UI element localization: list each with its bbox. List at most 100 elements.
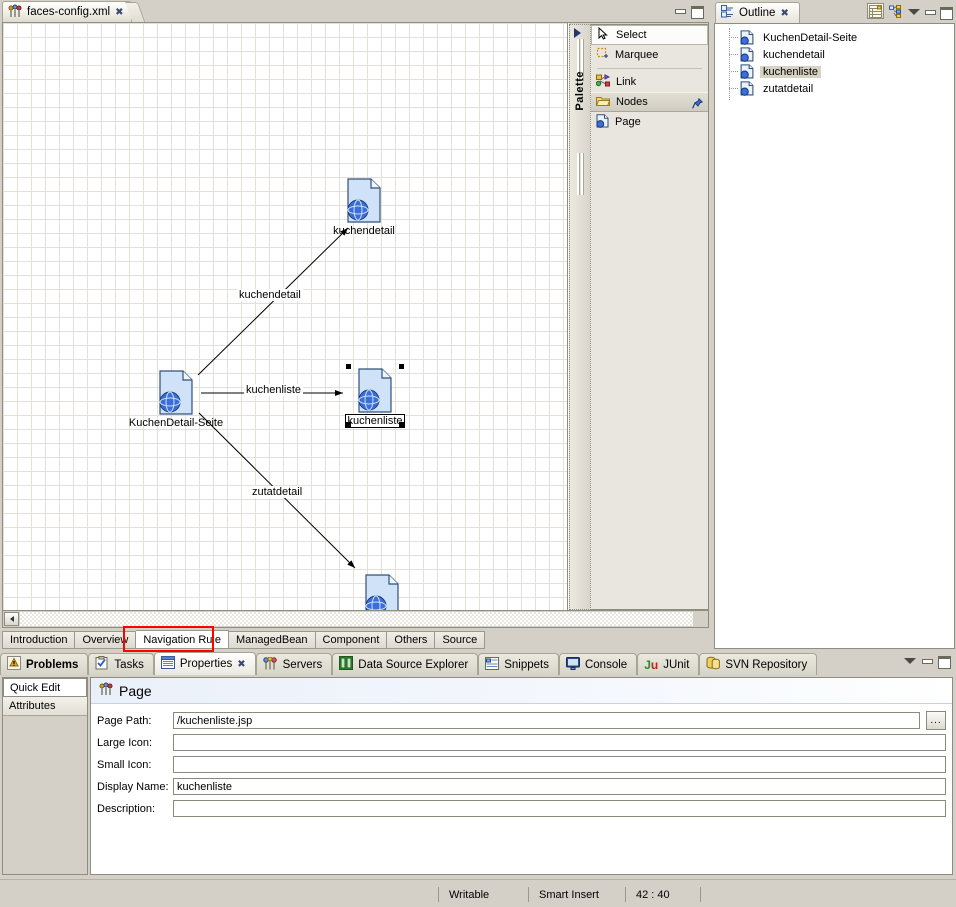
snippets-icon [485, 656, 500, 673]
palette-item-label: Marquee [615, 49, 659, 61]
palette-item-select[interactable]: Select [591, 25, 708, 45]
tab-label: Properties [179, 658, 233, 670]
form-row-large-icon: Large Icon: [97, 733, 952, 752]
selection-handle-se[interactable] [399, 422, 404, 427]
form-row-display-name: Display Name: kuchenliste [97, 777, 952, 796]
close-icon[interactable]: ✖ [115, 7, 123, 18]
collapse-arrow-icon[interactable] [574, 28, 581, 38]
outline-item-kuchendetail[interactable]: kuchendetail [715, 46, 954, 63]
outline-item-label: kuchenliste [760, 65, 822, 78]
palette-item-marquee[interactable]: Marquee [591, 45, 708, 65]
field-label: Large Icon: [97, 736, 153, 749]
tab-tasks[interactable]: Tasks [88, 653, 154, 675]
palette-item-label: Link [616, 76, 637, 88]
palette-item-page[interactable]: Page [591, 112, 708, 132]
maximize-icon[interactable] [939, 6, 953, 20]
pin-icon[interactable] [692, 97, 704, 109]
display-name-input[interactable]: kuchenliste [173, 778, 946, 795]
edge-label-zutatdetail[interactable]: zutatdetail [250, 486, 305, 498]
selection-handle-nw[interactable] [346, 364, 351, 369]
minimize-icon[interactable] [920, 655, 933, 666]
close-icon[interactable]: ✖ [780, 8, 788, 19]
properties-view: Quick Edit Attributes Page Page Path: /k… [0, 675, 956, 879]
diagram-canvas[interactable]: kuchendetail kuchenliste zutatdetail kuc… [3, 23, 568, 627]
tab-label: Tasks [114, 658, 144, 671]
minimize-icon[interactable] [923, 6, 936, 17]
properties-tab-attributes[interactable]: Attributes [3, 697, 87, 716]
edge-label-kuchenliste[interactable]: kuchenliste [244, 384, 304, 396]
faces-config-icon [99, 682, 113, 699]
status-divider [700, 887, 711, 902]
tab-label: Data Source Explorer [358, 658, 469, 671]
folder-icon [596, 95, 611, 110]
editor-area: faces-config.xml ✖ kuchendetail kuchenli… [0, 0, 711, 652]
outline-item-zutatdetail[interactable]: zutatdetail [715, 80, 954, 97]
tab-snippets[interactable]: Snippets [478, 653, 559, 675]
outline-view: Outline ✖ KuchenDetail-Seite kuchendetai… [713, 0, 956, 650]
canvas-horizontal-scrollbar[interactable] [3, 610, 708, 627]
tab-junit[interactable]: Ju JUnit [637, 653, 700, 675]
node-label: kuchendetail [333, 225, 395, 237]
selection-handle-sw[interactable] [346, 422, 351, 427]
outline-item-kuchenliste[interactable]: kuchenliste [715, 63, 954, 80]
tab-svn-repository[interactable]: SVN Repository [699, 653, 818, 675]
tab-problems[interactable]: Problems [0, 653, 89, 675]
field-label: Page Path: [97, 714, 152, 727]
page-path-browse-button[interactable]: ... [926, 711, 946, 730]
status-position: 42 : 40 [625, 887, 700, 902]
palette-drawer-nodes[interactable]: Nodes [591, 92, 708, 112]
tab-component[interactable]: Component [315, 631, 388, 649]
page-icon [596, 113, 609, 131]
properties-form: Page Page Path: /kuchenliste.jsp ... Lar… [90, 677, 953, 875]
palette-separator [597, 68, 702, 69]
tab-properties[interactable]: Properties ✖ [153, 652, 256, 675]
tab-data-source-explorer[interactable]: Data Source Explorer [332, 653, 479, 675]
field-label: Display Name: [97, 780, 169, 793]
edge-label-kuchendetail[interactable]: kuchendetail [237, 289, 303, 301]
tab-navigation-rule[interactable]: Navigation Rule [136, 630, 229, 649]
large-icon-input[interactable] [173, 734, 946, 751]
tab-overview[interactable]: Overview [75, 631, 137, 649]
close-icon[interactable]: ✖ [237, 659, 245, 670]
outline-tree[interactable]: KuchenDetail-Seite kuchendetail kuchenli… [714, 23, 955, 649]
tab-managedbean[interactable]: ManagedBean [228, 631, 316, 649]
navigation-rule-canvas[interactable]: kuchendetail kuchenliste zutatdetail kuc… [2, 22, 709, 628]
tab-source[interactable]: Source [435, 631, 486, 649]
properties-tab-quick-edit[interactable]: Quick Edit [3, 678, 87, 697]
palette-body: Select Marquee Link Nodes Page [591, 24, 708, 610]
editor-tab-faces-config[interactable]: faces-config.xml ✖ [2, 1, 133, 22]
tab-label: Navigation Rule [143, 633, 221, 646]
maximize-icon[interactable] [690, 5, 704, 19]
diagram-node-kuchenliste[interactable]: kuchenliste [345, 364, 405, 428]
tab-console[interactable]: Console [558, 653, 638, 675]
view-menu-icon[interactable] [907, 6, 920, 17]
diagram-node-kuchendetail[interactable]: kuchendetail [333, 178, 395, 237]
palette-rail[interactable]: Palette [569, 24, 591, 610]
outline-item-kuchendetail-seite[interactable]: KuchenDetail-Seite [715, 29, 954, 46]
tab-servers[interactable]: Servers [255, 653, 333, 675]
editor-tab-row: faces-config.xml ✖ [0, 0, 711, 22]
tab-introduction[interactable]: Introduction [2, 631, 76, 649]
tab-label: Console [584, 658, 628, 671]
maximize-icon[interactable] [937, 655, 951, 669]
hierarchy-icon[interactable] [887, 3, 904, 19]
view-menu-icon[interactable] [903, 655, 916, 666]
sort-icon[interactable] [867, 3, 884, 19]
selection-handle-ne[interactable] [399, 364, 404, 369]
description-input[interactable] [173, 800, 946, 817]
status-bar: Writable Smart Insert 42 : 40 [0, 879, 956, 907]
diagram-node-kuchendetail-seite[interactable]: KuchenDetail-Seite [125, 370, 227, 429]
tab-others[interactable]: Others [387, 631, 436, 649]
form-row-description: Description: [97, 799, 952, 818]
palette-item-link[interactable]: Link [591, 72, 708, 92]
datasource-icon [339, 656, 354, 673]
minimize-icon[interactable] [673, 5, 686, 16]
form-row-small-icon: Small Icon: [97, 755, 952, 774]
page-path-input[interactable]: /kuchenliste.jsp [173, 712, 920, 729]
palette-grip-bottom[interactable] [577, 153, 584, 195]
bottom-window-buttons [903, 655, 951, 669]
scroll-left-button[interactable] [4, 612, 19, 626]
small-icon-input[interactable] [173, 756, 946, 773]
outline-tab[interactable]: Outline ✖ [715, 2, 800, 23]
scroll-track[interactable] [20, 612, 693, 626]
